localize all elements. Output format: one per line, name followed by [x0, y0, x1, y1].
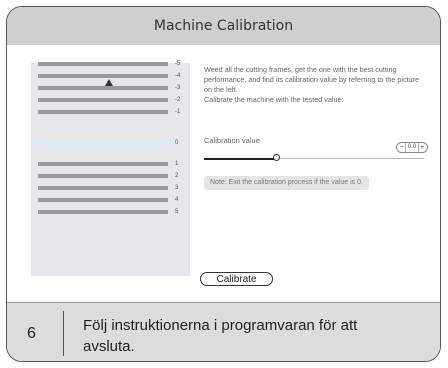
calibrate-button[interactable]: Calibrate — [200, 272, 273, 286]
calibration-dialog: -5 -4 -3 -2 -1 0 1 2 3 4 5 Weed all the cutting fr… — [7, 45, 440, 302]
instructions-line-2: Calibrate the machine with the tested va… — [204, 95, 344, 104]
calibration-bar-label: 0 — [175, 140, 179, 146]
calibration-slider[interactable] — [204, 154, 424, 161]
increment-button[interactable]: + — [419, 143, 425, 152]
calibration-bar-label: -1 — [175, 109, 181, 115]
calibration-bar — [38, 210, 168, 214]
manual-step: 6 Följ instruktionerna i programvaran fö… — [7, 302, 440, 361]
calibration-bar — [38, 98, 168, 102]
up-arrow-icon — [105, 79, 113, 86]
calibration-value-input[interactable]: 0.0 — [404, 143, 420, 152]
calibration-bar-label: 5 — [175, 209, 179, 215]
calibration-bar-label: -4 — [175, 73, 181, 79]
instructions: Weed all the cutting frames, get the one… — [204, 65, 428, 105]
step-text: Följ instruktionerna i programvaran för … — [83, 317, 358, 355]
calibration-bar — [38, 198, 168, 202]
calibration-bar — [38, 86, 168, 90]
calibration-bar — [38, 174, 168, 178]
slider-fill — [204, 157, 277, 160]
calibration-bar — [38, 141, 168, 145]
dialog-title: Machine Calibration — [153, 18, 294, 34]
calibration-preview: -5 -4 -3 -2 -1 0 1 2 3 4 5 — [31, 61, 190, 276]
calibration-bar-label: -2 — [175, 97, 181, 103]
calibration-bar — [38, 110, 168, 114]
step-divider — [63, 311, 64, 356]
dialog-titlebar: Machine Calibration — [7, 7, 440, 46]
calibration-bar-label: -3 — [175, 85, 181, 91]
calibration-value-label: Calibration value — [204, 136, 260, 145]
note-message: Note: Exit the calibration process if th… — [204, 176, 369, 190]
step-number: 6 — [27, 325, 36, 342]
calibration-bar — [38, 186, 168, 190]
calibration-bar-label: 4 — [175, 197, 179, 203]
calibration-value-stepper[interactable]: − 0.0 + — [396, 142, 428, 153]
slider-thumb[interactable] — [273, 154, 281, 161]
calibration-bar — [38, 74, 168, 78]
calibration-bar — [38, 162, 168, 166]
instructions-line-1: Weed all the cutting frames, get the one… — [204, 65, 419, 94]
calibration-bar — [38, 62, 168, 66]
manual-card: Machine Calibration -5 -4 -3 -2 -1 0 1 2 3 4 5 Wee… — [6, 6, 441, 362]
calibration-bar-label: 3 — [175, 185, 179, 191]
calibration-bar-label: 1 — [175, 161, 179, 167]
calibration-bar-label: -5 — [175, 61, 181, 67]
calibration-bar-label: 2 — [175, 173, 179, 179]
